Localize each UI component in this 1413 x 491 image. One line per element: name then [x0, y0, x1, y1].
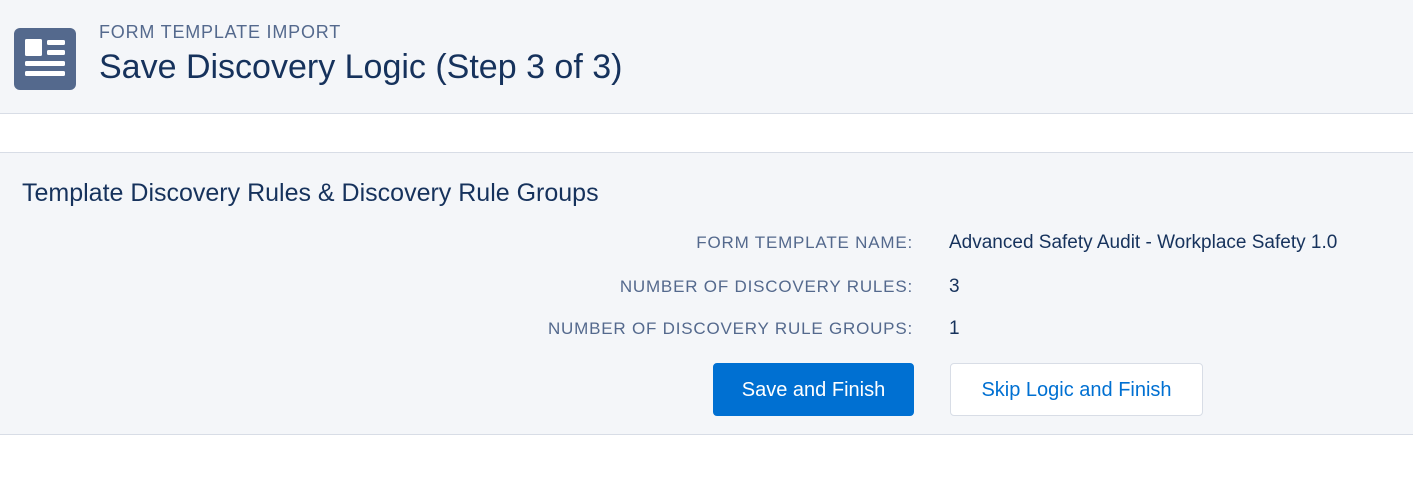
discovery-rule-groups-count-label: NUMBER OF DISCOVERY RULE GROUPS:	[547, 319, 913, 338]
card-title: Template Discovery Rules & Discovery Rul…	[22, 179, 599, 207]
discovery-rules-count-label: NUMBER OF DISCOVERY RULES:	[619, 277, 913, 296]
skip-logic-and-finish-button[interactable]: Skip Logic and Finish	[950, 363, 1203, 416]
form-template-name-value: Advanced Safety Audit - Workplace Safety…	[949, 232, 1338, 253]
discovery-rules-card: Template Discovery Rules & Discovery Rul…	[0, 152, 1413, 435]
page-header: FORM TEMPLATE IMPORT Save Discovery Logi…	[0, 0, 1413, 114]
discovery-rules-count-value: 3	[949, 276, 960, 297]
page-eyebrow: FORM TEMPLATE IMPORT	[99, 22, 342, 42]
form-template-name-label: FORM TEMPLATE NAME:	[696, 233, 913, 252]
form-template-icon	[14, 28, 76, 90]
spacer	[0, 114, 1413, 152]
discovery-rule-groups-count-value: 1	[949, 318, 960, 339]
page-title: Save Discovery Logic (Step 3 of 3)	[99, 48, 623, 86]
save-and-finish-button[interactable]: Save and Finish	[713, 363, 914, 416]
